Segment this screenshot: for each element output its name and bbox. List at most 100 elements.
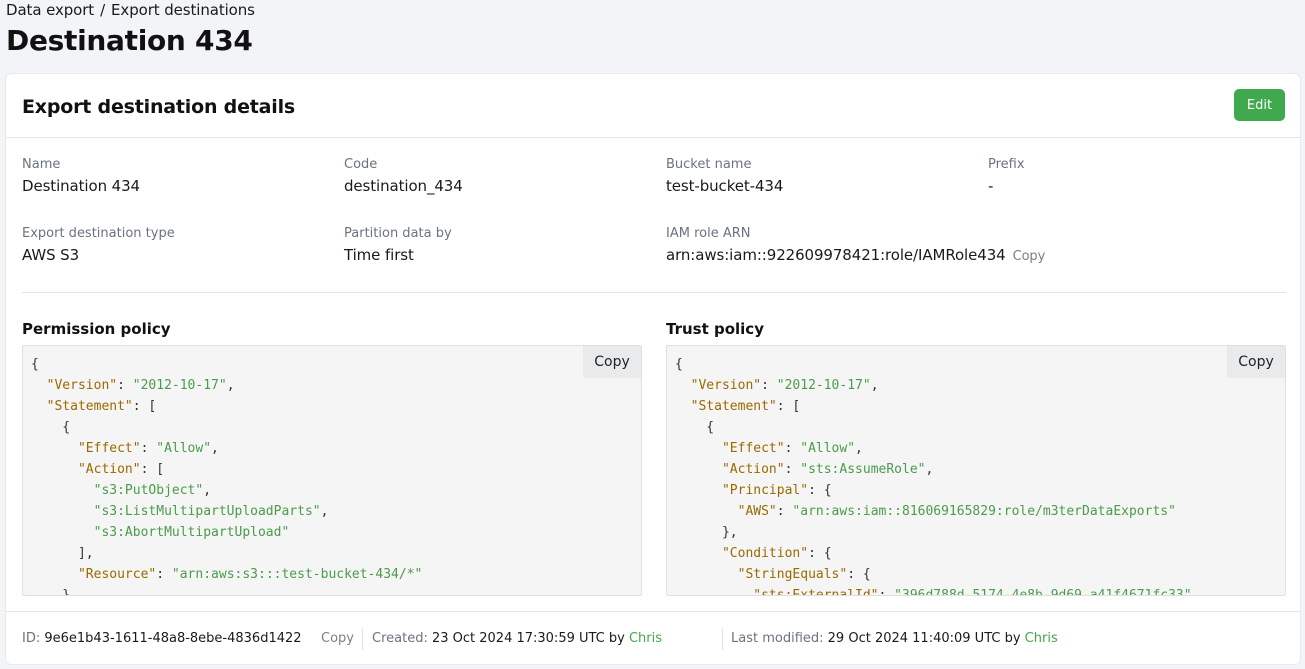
json-key: "Action" (77, 462, 141, 477)
id-label: ID: (22, 631, 41, 646)
json-punct: : (878, 588, 895, 596)
json-punct: : (117, 378, 133, 393)
json-punct: : (784, 462, 801, 477)
json-punct (675, 567, 738, 582)
trust-policy-title: Trust policy (666, 320, 764, 338)
json-punct (675, 483, 722, 498)
field-label: Code (344, 157, 378, 172)
json-punct: : [ (776, 399, 801, 414)
field-value: destination_434 (344, 177, 463, 195)
footer-divider (722, 628, 723, 650)
json-string: "sts:AssumeRole" (800, 462, 926, 477)
json-punct (31, 504, 94, 519)
field-label: Partition data by (344, 226, 452, 241)
field-label: Prefix (988, 157, 1025, 172)
json-punct: }, (675, 525, 738, 540)
copy-trust-policy-button[interactable]: Copy (1227, 346, 1285, 378)
id-value: 9e6e1b43-1611-48a8-8ebe-4836d1422 (44, 631, 302, 646)
json-key: "Statement" (46, 399, 133, 414)
copy-permission-policy-button[interactable]: Copy (583, 346, 641, 378)
json-string: "s3:ListMultipartUploadParts" (93, 504, 321, 519)
json-punct (31, 462, 78, 477)
copy-id-button[interactable]: Copy (321, 631, 354, 646)
field-value: arn:aws:iam::922609978421:role/IAMRole43… (666, 246, 1045, 264)
footer-created: Created: 23 Oct 2024 17:30:59 UTC by Chr… (372, 631, 662, 646)
footer-id: ID: 9e6e1b43-1611-48a8-8ebe-4836d1422 (22, 631, 302, 646)
trust-policy-json: { "Version": "2012-10-17", "Statement": … (667, 346, 1285, 596)
json-punct (675, 462, 722, 477)
json-punct (31, 483, 94, 498)
field-name: Name Destination 434 (22, 157, 140, 195)
field-code: Code destination_434 (344, 157, 463, 195)
json-string: "arn:aws:iam::816069165829:role/m3terDat… (792, 504, 1176, 519)
modified-label: Last modified: (731, 631, 824, 646)
trust-policy-code[interactable]: { "Version": "2012-10-17", "Statement": … (666, 345, 1286, 596)
field-iam-role-arn: IAM role ARN arn:aws:iam::922609978421:r… (666, 226, 1045, 264)
json-punct: , (203, 483, 212, 498)
json-string: "2012-10-17" (132, 378, 227, 393)
json-punct: ], (31, 546, 94, 561)
json-punct: , (226, 378, 235, 393)
json-key: "Statement" (690, 399, 777, 414)
json-punct: : { (847, 567, 871, 582)
modified-value: 29 Oct 2024 11:40:09 UTC by (827, 631, 1021, 646)
edit-button[interactable]: Edit (1234, 89, 1285, 121)
field-label: Bucket name (666, 157, 752, 172)
json-punct: { (31, 357, 39, 372)
json-string: "396d788d-5174-4e8b-9d69-a41f4671fc33" (894, 588, 1192, 596)
json-string: "arn:aws:s3:::test-bucket-434/*" (171, 567, 423, 582)
copy-iam-role-button[interactable]: Copy (1013, 249, 1046, 264)
json-punct (675, 546, 722, 561)
permission-policy-json: { "Version": "2012-10-17", "Statement": … (23, 346, 641, 595)
copy-id-button-wrap: Copy (321, 631, 354, 646)
field-value: AWS S3 (22, 246, 80, 264)
footer-divider (362, 628, 363, 650)
json-key: "Effect" (77, 441, 141, 456)
json-punct (675, 441, 722, 456)
json-key: "Version" (46, 378, 118, 393)
json-string: "2012-10-17" (776, 378, 871, 393)
json-punct: : { (808, 483, 832, 498)
json-punct (31, 525, 94, 540)
permission-policy-code[interactable]: { "Version": "2012-10-17", "Statement": … (22, 345, 642, 596)
json-key: "Version" (690, 378, 762, 393)
json-punct: , (320, 504, 329, 519)
json-punct (31, 378, 47, 393)
json-punct: : (761, 378, 777, 393)
json-punct: { (675, 357, 683, 372)
json-key: "Resource" (77, 567, 157, 582)
json-punct: : (784, 441, 801, 456)
breadcrumb-data-export[interactable]: Data export (6, 1, 94, 19)
field-value: Destination 434 (22, 177, 140, 195)
json-punct: : (140, 441, 157, 456)
permission-policy-title: Permission policy (22, 320, 171, 338)
json-punct: , (925, 462, 934, 477)
json-key: "sts:ExternalId" (753, 588, 879, 596)
json-punct: : (776, 504, 793, 519)
field-bucket-name: Bucket name test-bucket-434 (666, 157, 783, 195)
json-punct (31, 441, 78, 456)
json-punct: , (870, 378, 879, 393)
field-partition: Partition data by Time first (344, 226, 452, 264)
breadcrumb: Data export / Export destinations (6, 1, 255, 19)
json-punct: : [ (140, 462, 165, 477)
json-punct (675, 588, 753, 595)
json-punct: : [ (132, 399, 157, 414)
footer-modified: Last modified: 29 Oct 2024 11:40:09 UTC … (731, 631, 1058, 646)
field-label: Name (22, 157, 61, 172)
field-prefix: Prefix - (988, 157, 1025, 195)
modified-by-user-link[interactable]: Chris (1025, 631, 1058, 646)
field-label: IAM role ARN (666, 226, 751, 241)
breadcrumb-export-destinations[interactable]: Export destinations (111, 1, 255, 19)
json-punct (675, 504, 738, 519)
created-value: 23 Oct 2024 17:30:59 UTC by (431, 631, 625, 646)
json-punct: { (675, 420, 715, 435)
field-value: - (988, 177, 994, 195)
json-string: "Allow" (156, 441, 212, 456)
field-destination-type: Export destination type AWS S3 (22, 226, 175, 264)
json-punct (675, 378, 691, 393)
created-by-user-link[interactable]: Chris (629, 631, 662, 646)
json-key: "Condition" (721, 546, 809, 561)
divider (22, 292, 1286, 293)
json-key: "Principal" (721, 483, 809, 498)
